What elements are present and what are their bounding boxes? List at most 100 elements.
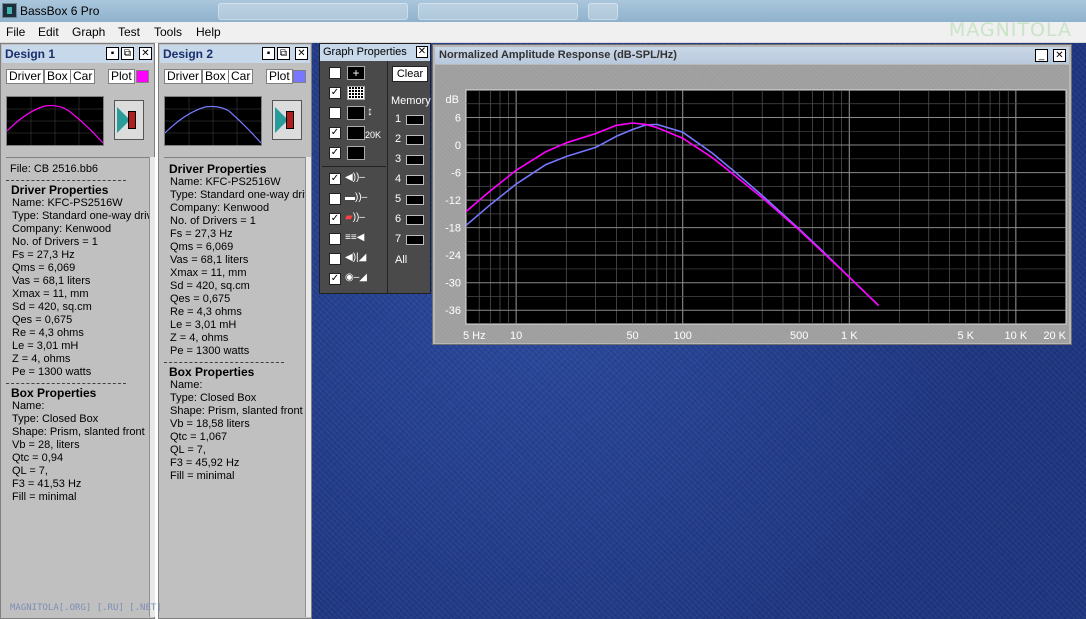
driver-prop: Type: Standard one-way driver xyxy=(170,189,310,201)
driver-prop: Company: Kenwood xyxy=(170,202,270,214)
range-icon xyxy=(347,126,365,140)
memory-slot-number: 2 xyxy=(395,133,402,145)
response-thumbnail[interactable] xyxy=(6,96,104,146)
memory-slot-button[interactable] xyxy=(406,135,424,145)
box-button[interactable]: Box xyxy=(44,69,71,84)
crosshair-icon: + xyxy=(347,66,365,80)
driver-prop: Name: KFC-PS2516W xyxy=(12,197,123,209)
close-icon[interactable]: ✕ xyxy=(295,47,308,60)
memory-label: Memory xyxy=(391,95,431,107)
x-tick-label: 100 xyxy=(674,330,692,342)
y-tick-label: 6 xyxy=(455,113,461,125)
box-properties-heading: Box Properties xyxy=(11,386,97,400)
driver-prop: Le = 3,01 mH xyxy=(170,319,237,331)
driver-prop: Pe = 1300 watts xyxy=(170,345,250,357)
plot-button[interactable]: Plot xyxy=(108,69,135,84)
menu-test[interactable]: Test xyxy=(118,25,140,39)
graph-properties-title: Graph Properties xyxy=(323,46,407,58)
checkbox[interactable]: ✓ xyxy=(329,213,341,225)
title-bar: BassBox 6 Pro xyxy=(0,0,1086,22)
y-tick-label: -30 xyxy=(445,278,461,290)
checkbox[interactable]: ✓ xyxy=(329,273,341,285)
close-icon[interactable]: ✕ xyxy=(1053,49,1066,62)
menu-bar: File Edit Graph Test Tools Help xyxy=(0,22,1086,43)
checkbox[interactable]: ✓ xyxy=(329,87,341,99)
design-1-title: Design 1 xyxy=(5,47,56,61)
y-tick-label: -12 xyxy=(445,195,461,207)
plot-color-swatch[interactable] xyxy=(136,70,149,83)
plot-button[interactable]: Plot xyxy=(266,69,293,84)
menu-file[interactable]: File xyxy=(6,25,25,39)
scrollbar[interactable] xyxy=(149,157,155,617)
box-properties-list: Name: Type: Closed Box Shape: Prism, sla… xyxy=(164,379,310,483)
checkbox[interactable] xyxy=(329,67,341,79)
box-prop: Name: xyxy=(170,379,203,391)
box-prop: Shape: Prism, slanted front xyxy=(170,405,303,417)
save-icon[interactable]: ▪ xyxy=(106,47,119,60)
design-2-title-bar: Design 2 ▪ ⧉ ✕ xyxy=(160,45,310,63)
checkbox[interactable] xyxy=(329,233,341,245)
speaker-icon[interactable] xyxy=(114,100,144,140)
memory-slot-button[interactable] xyxy=(406,195,424,205)
plot-color-swatch[interactable] xyxy=(293,70,306,83)
driver-prop: Qes = 0,675 xyxy=(12,314,73,326)
car-button[interactable]: Car xyxy=(70,69,96,84)
driver-prop: Fs = 27,3 Hz xyxy=(12,249,75,261)
x-tick-label: 1 K xyxy=(841,330,858,342)
background-window-tab[interactable] xyxy=(218,3,408,20)
checkbox[interactable]: ✓ xyxy=(329,127,341,139)
x-tick-label: 5 K xyxy=(957,330,974,342)
driver-prop: Z = 4, ohms xyxy=(170,332,229,344)
box-prop: Qtc = 1,067 xyxy=(170,431,228,443)
memory-slot-number: 1 xyxy=(395,113,402,125)
checkbox[interactable] xyxy=(329,107,341,119)
menu-help[interactable]: Help xyxy=(196,25,221,39)
driver-prop: Qms = 6,069 xyxy=(170,241,234,253)
menu-tools[interactable]: Tools xyxy=(154,25,182,39)
response-thumbnail[interactable] xyxy=(164,96,262,146)
scrollbar[interactable] xyxy=(305,157,311,617)
checkbox[interactable]: ✓ xyxy=(329,147,341,159)
copy-icon[interactable]: ⧉ xyxy=(277,47,290,60)
car-button[interactable]: Car xyxy=(228,69,254,84)
checkbox[interactable] xyxy=(329,193,341,205)
close-icon[interactable]: ✕ xyxy=(416,46,428,58)
driver-prop: Sd = 420, sq.cm xyxy=(12,301,92,313)
driver-button[interactable]: Driver xyxy=(164,69,202,84)
copy-icon[interactable]: ⧉ xyxy=(121,47,134,60)
y-tick-label: -36 xyxy=(445,305,461,317)
menu-edit[interactable]: Edit xyxy=(38,25,59,39)
box-prop: F3 = 45,92 Hz xyxy=(170,457,240,469)
speaker-icon[interactable] xyxy=(272,100,302,140)
y-tick-label: 0 xyxy=(455,140,461,152)
background-window-tab[interactable] xyxy=(418,3,578,20)
save-icon[interactable]: ▪ xyxy=(262,47,275,60)
amplitude-chart[interactable]: dB 6 0 -6 -12 -18 -24 -30 -36 5 Hz 10 50 100 500 1 K 5 … xyxy=(435,65,1069,343)
x-tick-label: 50 xyxy=(626,330,638,342)
memory-slot-button[interactable] xyxy=(406,215,424,225)
menu-graph[interactable]: Graph xyxy=(72,25,105,39)
y-unit-label: dB xyxy=(446,94,459,106)
memory-slot-button[interactable] xyxy=(406,155,424,165)
box-prop: Fill = minimal xyxy=(12,491,77,503)
memory-slot-button[interactable] xyxy=(406,115,424,125)
box-prop: QL = 7, xyxy=(170,444,206,456)
box-prop: Shape: Prism, slanted front xyxy=(12,426,145,438)
close-icon[interactable]: ✕ xyxy=(139,47,152,60)
minimize-icon[interactable]: _ xyxy=(1035,49,1048,62)
box-button[interactable]: Box xyxy=(202,69,229,84)
checkbox[interactable] xyxy=(329,253,341,265)
amplitude-response-window: Normalized Amplitude Response (dB-SPL/Hz… xyxy=(432,44,1072,345)
x-tick-label: 10 K xyxy=(1005,330,1028,342)
checkbox[interactable]: ✓ xyxy=(329,173,341,185)
clear-button[interactable]: Clear xyxy=(392,66,428,82)
driver-button[interactable]: Driver xyxy=(6,69,44,84)
box-prop: F3 = 41,53 Hz xyxy=(12,478,82,490)
box-prop: Qtc = 0,94 xyxy=(12,452,64,464)
background-window-tab[interactable] xyxy=(588,3,618,20)
memory-slot-button[interactable] xyxy=(406,175,424,185)
memory-all-button[interactable]: All xyxy=(395,254,407,266)
memory-slot-button[interactable] xyxy=(406,235,424,245)
vertical-scale-icon xyxy=(347,106,365,120)
graph-title-bar: Normalized Amplitude Response (dB-SPL/Hz… xyxy=(435,47,1069,64)
